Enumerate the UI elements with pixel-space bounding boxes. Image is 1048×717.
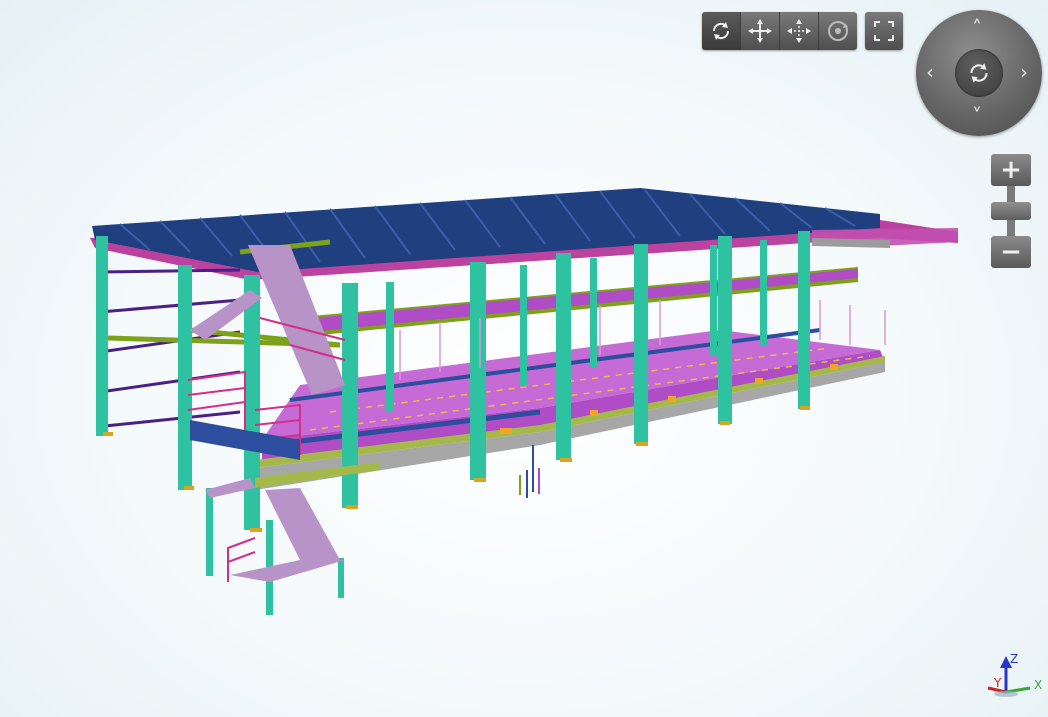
wall-girts [99,268,241,428]
orbit-icon [712,22,730,40]
fullscreen-icon [874,21,894,41]
orbit-button[interactable] [702,12,741,50]
look-around-icon [828,21,848,41]
navigation-wheel: ˄ ˅ ‹ › [916,10,1042,136]
structure-model [90,188,958,615]
z-axis-label: Z [1010,652,1019,666]
nav-center-orbit-button[interactable] [955,49,1003,97]
orbit-icon [970,63,988,83]
zoom-control: + − [991,154,1031,268]
navigation-tools [702,12,857,50]
nav-right-arrow[interactable]: › [1020,62,1028,82]
pan-constrained-icon [787,19,811,43]
3d-viewport[interactable] [0,0,1048,717]
zoom-in-button[interactable]: + [991,154,1031,186]
nav-left-arrow[interactable]: ‹ [926,62,934,82]
pan-constrained-button[interactable] [780,12,819,50]
pan-button[interactable] [741,12,780,50]
look-around-button[interactable] [819,12,857,50]
zoom-slider-thumb[interactable] [991,202,1031,220]
stair-lower [205,478,345,582]
zoom-slider[interactable] [991,186,1031,236]
x-axis-label: X [1034,678,1043,692]
nav-up-arrow[interactable]: ˄ [972,18,982,38]
view-toolbar [702,12,903,50]
pan-icon [748,19,772,43]
axis-gizmo: Z X Y [978,652,1046,712]
y-axis-label: Y [994,676,1002,690]
fullscreen-group [865,12,903,50]
zoom-out-button[interactable]: − [991,236,1031,268]
fullscreen-button[interactable] [865,12,903,50]
nav-down-arrow[interactable]: ˅ [972,106,982,126]
